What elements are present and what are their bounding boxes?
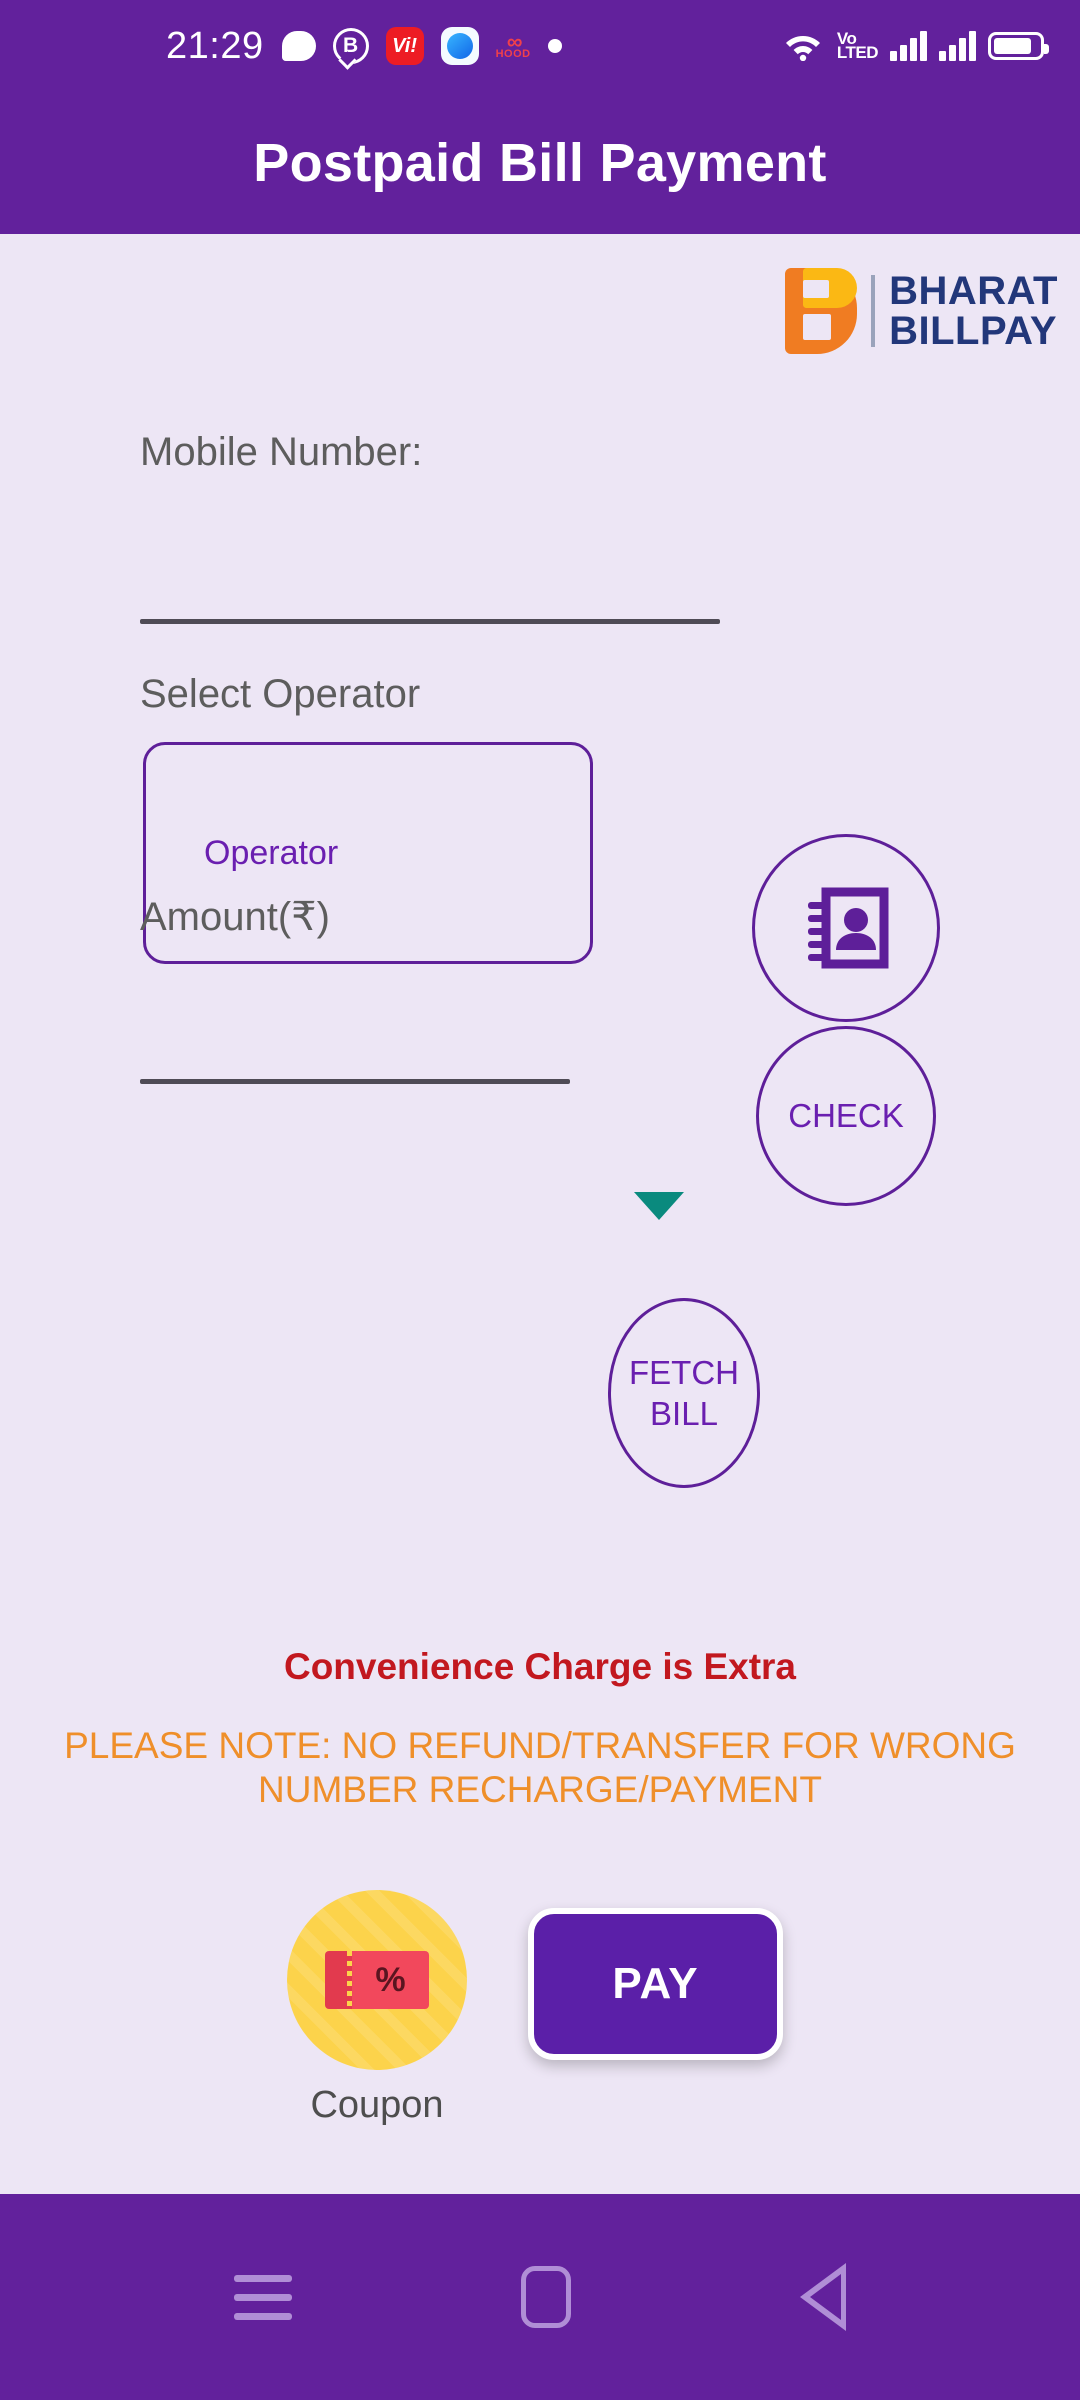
browser-globe-icon (440, 27, 479, 65)
check-button-label: CHECK (788, 1097, 904, 1134)
amount-label-group: Amount(₹) (140, 894, 330, 940)
amount-input[interactable] (140, 976, 570, 1076)
page-title: Postpaid Bill Payment (253, 133, 827, 193)
fetch-bill-button[interactable]: FETCH BILL (608, 1298, 760, 1488)
pay-button-label: PAY (612, 1959, 699, 2008)
pay-button[interactable]: PAY (528, 1908, 783, 2060)
contacts-icon (808, 887, 889, 969)
chevron-down-icon[interactable] (634, 1192, 684, 1220)
bharat-billpay-mark-icon (785, 268, 858, 354)
status-bar: 21:29 B Vi! ∞ HOOD Vo LTED (0, 0, 1080, 92)
select-operator-label-group: Select Operator (140, 672, 420, 717)
signal-bars-sim1-icon (890, 31, 927, 61)
notification-icons: B Vi! ∞ HOOD (281, 27, 781, 65)
check-button[interactable]: CHECK (756, 1026, 936, 1206)
pick-contact-button[interactable] (752, 834, 940, 1022)
coupon-button[interactable]: % Coupon (287, 1890, 467, 2127)
back-icon[interactable] (799, 2263, 846, 2331)
amount-label: Amount(₹) (140, 895, 330, 939)
convenience-charge-notice: Convenience Charge is Extra (283, 1646, 797, 1687)
select-operator-label: Select Operator (140, 672, 421, 716)
volte-icon: Vo LTED (836, 29, 879, 62)
hood-label: HOOD (495, 48, 531, 61)
operator-selected-value: Operator (204, 833, 339, 872)
menu-icon[interactable] (234, 2274, 293, 2320)
hood-app-icon: ∞ HOOD (495, 31, 531, 61)
dot-icon (547, 39, 562, 53)
coupon-percent-symbol: % (352, 1951, 429, 2009)
status-bar-left: 21:29 (166, 25, 264, 68)
mobile-number-underline (140, 619, 720, 624)
battery-icon (988, 32, 1049, 60)
brand-line-1: BHARAT (889, 269, 1058, 313)
mobile-number-input[interactable] (140, 524, 720, 624)
brand-line-2: BILLPAY (889, 309, 1058, 353)
signal-bars-sim2-icon (939, 31, 976, 61)
mobile-number-field-group: Mobile Number: (140, 430, 422, 475)
status-clock: 21:29 (166, 24, 264, 67)
bharat-billpay-wordmark: BHARAT BILLPAY (889, 271, 1058, 351)
fetch-bill-line1: FETCH (629, 1353, 739, 1391)
status-bar-right: Vo LTED (781, 27, 1049, 66)
wifi-icon (781, 27, 825, 66)
coupon-label: Coupon (310, 2084, 444, 2126)
b-messenger-icon: B (332, 28, 369, 64)
volte-line2: LTED (836, 43, 879, 62)
amount-underline (140, 1079, 570, 1084)
android-navigation-bar (0, 2194, 1080, 2400)
logo-divider (871, 275, 876, 347)
bharat-billpay-logo: BHARAT BILLPAY (785, 268, 1058, 354)
app-bar: Postpaid Bill Payment (0, 92, 1080, 234)
mobile-number-label: Mobile Number: (140, 430, 423, 474)
coupon-icon: % (287, 1890, 467, 2070)
vi-app-icon: Vi! (385, 27, 424, 65)
home-icon[interactable] (520, 2266, 571, 2328)
please-note-notice: PLEASE NOTE: NO REFUND/TRANSFER FOR WRON… (64, 1725, 1016, 1810)
chat-bubble-icon (281, 31, 316, 61)
fetch-bill-line2: BILL (650, 1395, 718, 1432)
main-content: BHARAT BILLPAY Mobile Number: Select Ope… (0, 234, 1080, 2194)
